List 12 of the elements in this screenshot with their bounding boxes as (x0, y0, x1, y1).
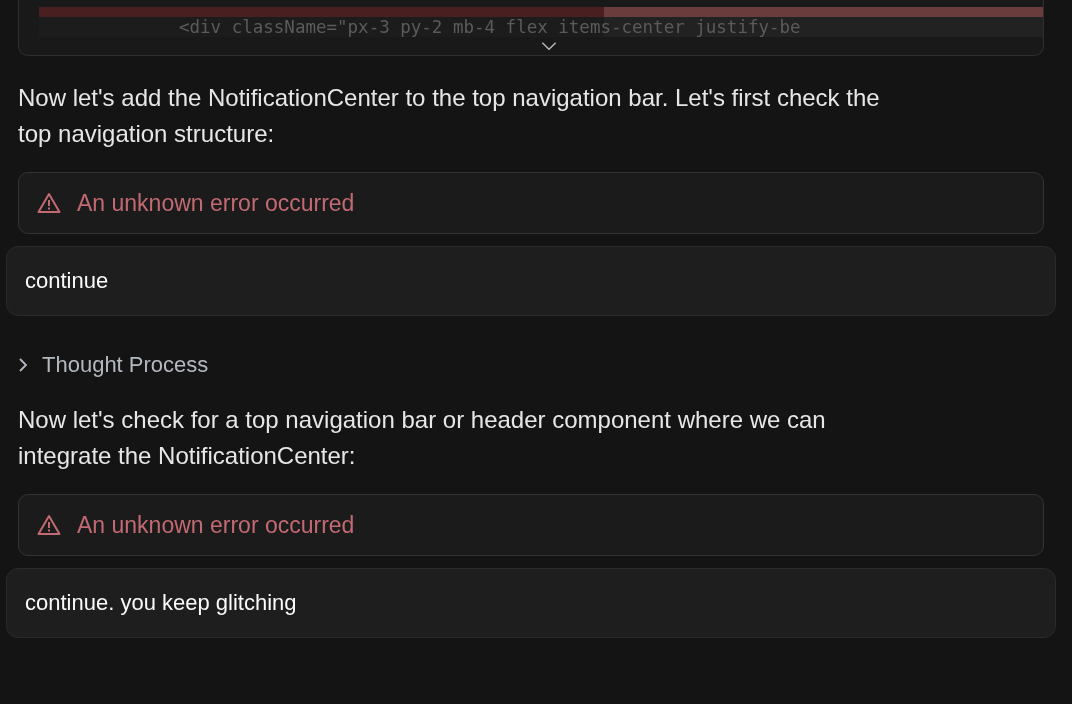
chevron-right-icon (18, 357, 28, 373)
error-text: An unknown error occurred (77, 189, 355, 217)
chevron-down-icon[interactable] (539, 41, 559, 51)
user-message-text: continue. you keep glitching (25, 590, 297, 616)
assistant-message: Now let's add the NotificationCenter to the top navigation bar. Let's first check the top navigation structure: (18, 83, 881, 149)
warning-icon (37, 192, 61, 214)
code-line: <div className="px-3 py-2 mb-4 flex items-center justify-be (179, 17, 801, 37)
user-message-text: continue (25, 268, 109, 294)
warning-icon (37, 514, 61, 536)
error-text: An unknown error occurred (77, 511, 355, 539)
thought-process-toggle[interactable]: Thought Process (18, 352, 209, 378)
assistant-message: Now let's check for a top navigation bar or header component where we can integrate the NotificationCenter: (18, 405, 827, 471)
